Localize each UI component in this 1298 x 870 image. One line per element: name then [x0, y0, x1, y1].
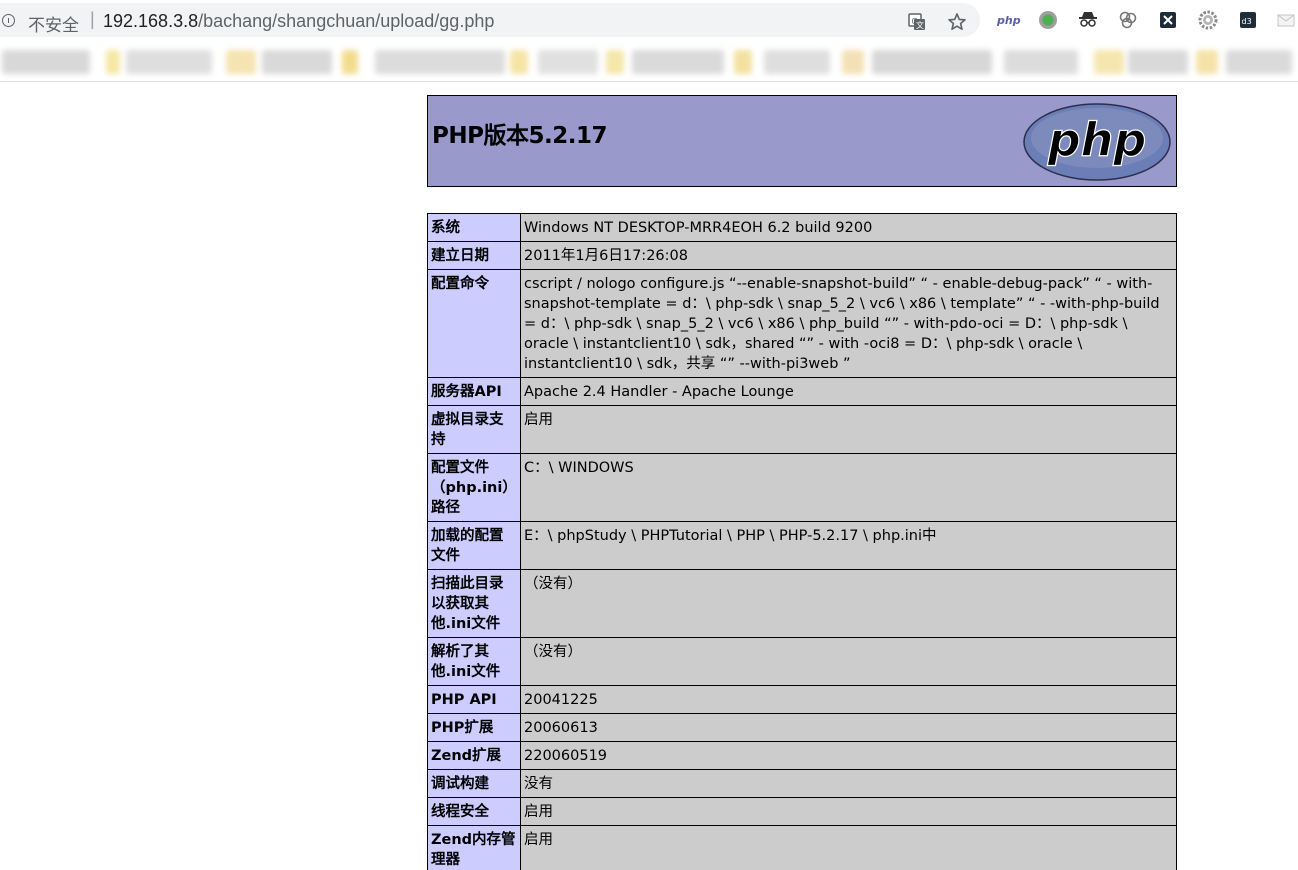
- bookmark-item[interactable]: [872, 50, 992, 74]
- row-key: PHP扩展: [427, 713, 521, 742]
- row-key: 线程安全: [427, 797, 521, 826]
- bookmark-item[interactable]: [1094, 50, 1124, 74]
- row-value: E：\ phpStudy \ PHPTutorial \ PHP \ PHP-5…: [520, 521, 1177, 570]
- table-row: Zend扩展 220060519: [427, 741, 1177, 770]
- url-text[interactable]: 192.168.3.8/bachang/shangchuan/upload/gg…: [103, 11, 494, 32]
- bookmark-item[interactable]: [764, 50, 830, 74]
- green-circle-icon[interactable]: [1038, 10, 1058, 30]
- row-value: （没有）: [520, 569, 1177, 638]
- row-value: 220060519: [520, 741, 1177, 770]
- bookmark-item[interactable]: [1004, 50, 1078, 74]
- table-row: 系统 Windows NT DESKTOP-MRR4EOH 6.2 build 9…: [427, 213, 1177, 242]
- bookmark-item[interactable]: [342, 50, 358, 74]
- svg-text:php: php: [1047, 113, 1147, 167]
- security-label[interactable]: 不安全: [28, 11, 79, 36]
- row-key: Zend内存管理器: [427, 825, 521, 870]
- omnibox[interactable]: 不安全 | 192.168.3.8/bachang/shangchuan/upl…: [0, 3, 980, 37]
- bookmark-item[interactable]: [126, 50, 212, 74]
- bookmark-item[interactable]: [106, 50, 120, 74]
- info-table: 系统 Windows NT DESKTOP-MRR4EOH 6.2 build 9…: [427, 213, 1177, 870]
- table-row: Zend内存管理器 启用: [427, 825, 1177, 870]
- row-key: 解析了其他.ini文件: [427, 637, 521, 686]
- row-key: 调试构建: [427, 769, 521, 798]
- table-row: 建立日期 2011年1月6日17:26:08: [427, 241, 1177, 270]
- svg-text:d3: d3: [1242, 17, 1252, 26]
- row-key: 配置文件（php.ini）路径: [427, 453, 521, 522]
- php-ext-icon[interactable]: php: [996, 10, 1022, 30]
- row-value: （没有）: [520, 637, 1177, 686]
- bookmark-item[interactable]: [510, 50, 528, 74]
- bookmark-item[interactable]: [632, 50, 724, 74]
- php-header: PHP版本5.2.17 php: [427, 95, 1177, 187]
- row-value: 20041225: [520, 685, 1177, 714]
- page-title: PHP版本5.2.17: [432, 123, 607, 149]
- bookmark-item[interactable]: [1196, 50, 1218, 74]
- table-row: 解析了其他.ini文件 （没有）: [427, 637, 1177, 686]
- table-row: PHP扩展 20060613: [427, 713, 1177, 742]
- bookmark-item[interactable]: [2, 50, 90, 74]
- bookmark-item[interactable]: [1128, 50, 1188, 74]
- bookmark-item[interactable]: [262, 50, 332, 74]
- row-key: 系统: [427, 213, 521, 242]
- php-logo: php: [1023, 103, 1171, 181]
- row-key: 虚拟目录支持: [427, 405, 521, 454]
- row-key: Zend扩展: [427, 741, 521, 770]
- d3-icon[interactable]: d3: [1238, 10, 1258, 30]
- bookmark-item[interactable]: [375, 50, 505, 74]
- row-key: PHP API: [427, 685, 521, 714]
- table-row: 加载的配置文件 E：\ phpStudy \ PHPTutorial \ PHP …: [427, 521, 1177, 570]
- url-separator: |: [90, 9, 95, 29]
- table-row: 服务器API Apache 2.4 Handler - Apache Lounge: [427, 377, 1177, 406]
- row-value: 启用: [520, 825, 1177, 870]
- bookmark-item[interactable]: [1226, 50, 1292, 74]
- address-bar: 不安全 | 192.168.3.8/bachang/shangchuan/upl…: [0, 0, 1298, 40]
- row-value: 20060613: [520, 713, 1177, 742]
- translate-icon[interactable]: G 文: [907, 12, 927, 32]
- row-value: 没有: [520, 769, 1177, 798]
- bookmark-item[interactable]: [606, 50, 624, 74]
- row-value: 2011年1月6日17:26:08: [520, 241, 1177, 270]
- row-value: Apache 2.4 Handler - Apache Lounge: [520, 377, 1177, 406]
- table-row: 调试构建 没有: [427, 769, 1177, 798]
- bookmark-item[interactable]: [538, 50, 598, 74]
- gear-icon[interactable]: [1198, 10, 1218, 30]
- table-row: 配置文件（php.ini）路径 C：\ WINDOWS: [427, 453, 1177, 522]
- table-row: 扫描此目录以获取其他.ini文件 （没有）: [427, 569, 1177, 638]
- bookmark-item[interactable]: [842, 50, 864, 74]
- bookmark-item[interactable]: [226, 50, 256, 74]
- url-host: 192.168.3.8: [103, 11, 199, 31]
- svg-text:文: 文: [916, 20, 924, 30]
- x-icon[interactable]: [1158, 10, 1178, 30]
- table-row: 虚拟目录支持 启用: [427, 405, 1177, 454]
- url-path: /bachang/shangchuan/upload/gg.php: [198, 11, 495, 31]
- spy-icon[interactable]: [1078, 10, 1098, 30]
- table-row: 配置命令 cscript / nologo configure.js “--ena…: [427, 269, 1177, 378]
- row-value: C：\ WINDOWS: [520, 453, 1177, 522]
- info-icon[interactable]: [2, 14, 15, 27]
- bookmarks-bar: [0, 40, 1298, 82]
- row-key: 配置命令: [427, 269, 521, 378]
- row-value: 启用: [520, 797, 1177, 826]
- row-key: 建立日期: [427, 241, 521, 270]
- link-icon[interactable]: [1118, 10, 1138, 30]
- star-icon[interactable]: [947, 12, 967, 32]
- svg-text:php: php: [996, 14, 1021, 27]
- row-value: 启用: [520, 405, 1177, 454]
- row-value: cscript / nologo configure.js “--enable-…: [520, 269, 1177, 378]
- row-key: 扫描此目录以获取其他.ini文件: [427, 569, 521, 638]
- row-key: 服务器API: [427, 377, 521, 406]
- bookmark-item[interactable]: [734, 50, 752, 74]
- mail-icon[interactable]: [1276, 10, 1296, 30]
- row-value: Windows NT DESKTOP-MRR4EOH 6.2 build 920…: [520, 213, 1177, 242]
- table-row: 线程安全 启用: [427, 797, 1177, 826]
- table-row: PHP API 20041225: [427, 685, 1177, 714]
- row-key: 加载的配置文件: [427, 521, 521, 570]
